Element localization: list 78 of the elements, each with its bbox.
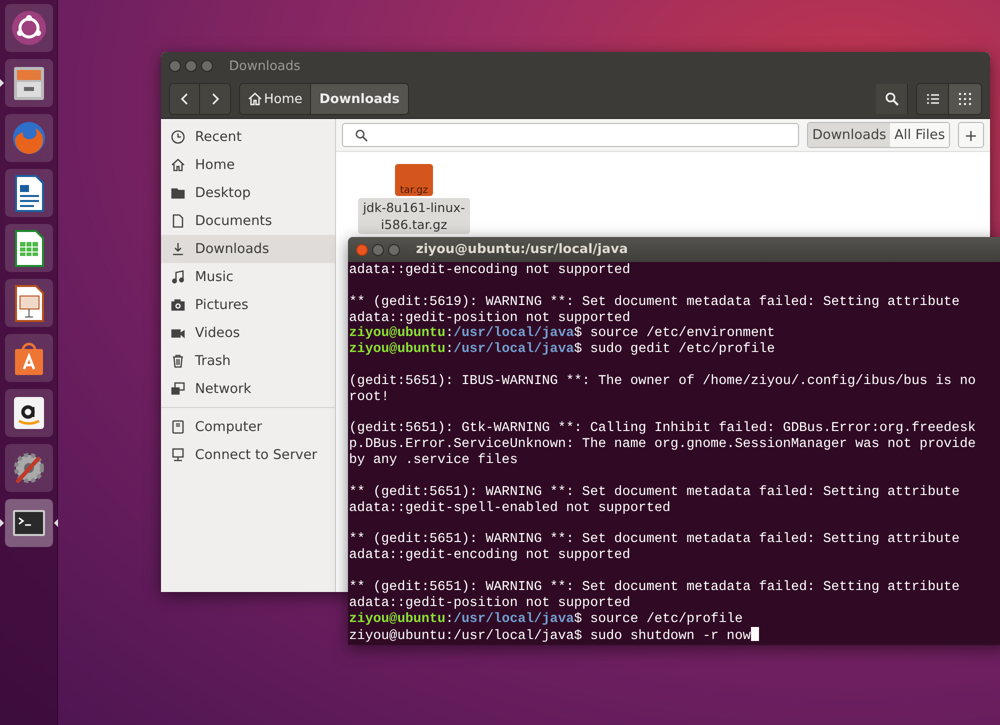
- terminal-line: ziyou@ubuntu:/usr/local/java$ sudo gedit /etc/profile: [349, 342, 775, 358]
- forward-button[interactable]: [200, 84, 230, 114]
- sidebar-item[interactable]: Network: [161, 375, 335, 403]
- camera-icon: [171, 298, 185, 312]
- letter-a-icon[interactable]: [4, 389, 52, 437]
- list-view-button[interactable]: [917, 84, 949, 114]
- sidebar-item[interactable]: Home: [161, 151, 335, 179]
- download-arrow-icon: [171, 242, 185, 256]
- ubuntu-logo-icon[interactable]: [4, 4, 52, 52]
- terminal-line: root!: [349, 390, 390, 405]
- sidebar-item[interactable]: Connect to Server: [161, 441, 335, 469]
- sidebar-item[interactable]: Recent: [161, 123, 335, 151]
- sidebar-item[interactable]: Trash: [161, 347, 335, 375]
- terminal-line: adata::gedit-encoding not supported: [349, 263, 630, 278]
- add-button[interactable]: +: [958, 122, 984, 148]
- terminal-line: (gedit:5651): IBUS-WARNING **: The owner of /home/ziyou/.config/ibus/bus is no: [349, 374, 976, 389]
- sidebar-item[interactable]: Desktop: [161, 179, 335, 207]
- terminal-line: p.DBus.Error.ServiceUnknown: The name org.gnome.SessionManager was not provide: [349, 437, 976, 452]
- path-button[interactable]: Downloads: [311, 84, 408, 114]
- search-field[interactable]: [342, 123, 800, 147]
- terminal-line: ziyou@ubuntu:/usr/local/java$ source /etc/profile: [349, 612, 743, 627]
- terminal-line: ** (gedit:5651): WARNING **: Set document metadata failed: Setting attribute: [349, 532, 960, 548]
- maximize-button[interactable]: [388, 244, 400, 256]
- package-icon[interactable]: tar.gz: [395, 164, 433, 196]
- gear-wrench-icon[interactable]: [4, 444, 52, 492]
- chevron-left-icon: [180, 93, 190, 105]
- search-button[interactable]: [876, 84, 908, 114]
- spreadsheet-icon[interactable]: [4, 224, 52, 272]
- sidebar-item[interactable]: Documents: [161, 207, 335, 235]
- clock-icon: [171, 130, 185, 144]
- sidebar-item[interactable]: Music: [161, 263, 335, 291]
- terminal-line: ziyou@ubuntu:/usr/local/java$ sudo shutdown -r now: [349, 629, 759, 644]
- trash-icon: [171, 354, 185, 368]
- terminal-line: adata::gedit-spell-enabled not supported: [349, 500, 670, 516]
- computer-icon: [171, 420, 185, 434]
- minimize-button[interactable]: [372, 244, 384, 256]
- terminal-line: ** (gedit:5619): WARNING **: Set document metadata failed: Setting attribute: [349, 294, 960, 310]
- terminal-line: by any .service files: [349, 453, 518, 468]
- terminal-line: (gedit:5651): Gtk-WARNING **: Calling Inhibit failed: GDBus.Error:org.freedesk: [349, 421, 976, 436]
- path-button[interactable]: Home: [240, 84, 312, 114]
- file-name[interactable]: jdk-8u161-linux-i586.tar.gz: [358, 198, 470, 234]
- text-document-icon[interactable]: [4, 169, 52, 217]
- fox-globe-icon[interactable]: [4, 114, 52, 162]
- terminal-icon[interactable]: [4, 499, 52, 547]
- house-icon: [248, 92, 262, 106]
- window-title: Downloads: [229, 58, 300, 74]
- presentation-icon[interactable]: [4, 279, 52, 327]
- terminal-line: ** (gedit:5651): WARNING **: Set document metadata failed: Setting attribute: [349, 580, 960, 595]
- scope-button[interactable]: Downloads: [808, 123, 890, 147]
- document-icon: [171, 214, 185, 228]
- window-title: ziyou@ubuntu:/usr/local/java: [416, 242, 628, 257]
- chevron-right-icon: [210, 93, 220, 105]
- maximize-button[interactable]: [201, 60, 213, 72]
- search-icon: [884, 92, 898, 106]
- back-button[interactable]: [170, 84, 200, 114]
- music-note-icon: [171, 270, 185, 284]
- sidebar-item[interactable]: Videos: [161, 319, 335, 347]
- terminal-line: ziyou@ubuntu:/usr/local/java$ source /etc/environment: [349, 326, 775, 342]
- shopping-bag-icon[interactable]: [4, 334, 52, 382]
- terminal-line: adata::gedit-position not supported: [349, 310, 630, 326]
- sidebar-item[interactable]: Downloads: [161, 235, 335, 263]
- close-button[interactable]: [356, 244, 368, 256]
- network-icon: [171, 382, 185, 396]
- terminal-line: adata::gedit-encoding not supported: [349, 548, 630, 564]
- grid-icon: [959, 93, 971, 105]
- terminal-line: adata::gedit-position not supported: [349, 596, 630, 611]
- terminal-line: ** (gedit:5651): WARNING **: Set document metadata failed: Setting attribute: [349, 484, 960, 500]
- sidebar-item[interactable]: Pictures: [161, 291, 335, 319]
- sidebar-item[interactable]: Computer: [161, 413, 335, 441]
- close-button[interactable]: [169, 60, 181, 72]
- server-icon: [171, 448, 185, 462]
- list-icon: [926, 94, 938, 104]
- search-icon: [355, 128, 368, 142]
- folder-icon: [171, 186, 185, 200]
- minimize-button[interactable]: [185, 60, 197, 72]
- file-cabinet-icon[interactable]: [4, 59, 52, 107]
- grid-view-button[interactable]: [949, 84, 981, 114]
- house-icon: [171, 158, 185, 172]
